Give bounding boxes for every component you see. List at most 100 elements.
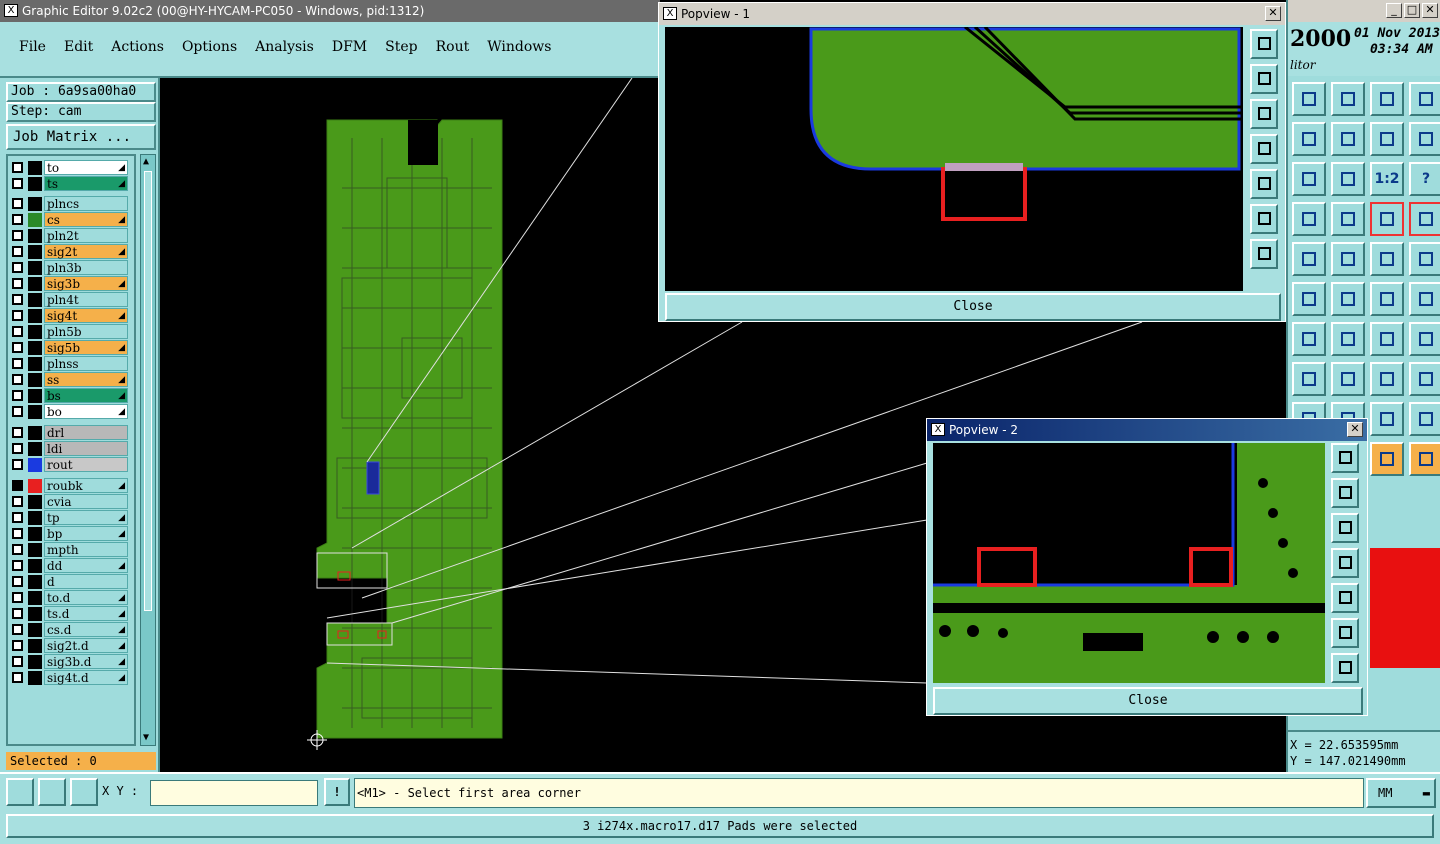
arc-red-icon[interactable] bbox=[1370, 402, 1404, 436]
layer-menu-icon[interactable]: ◢ bbox=[118, 161, 125, 176]
layer-checkbox[interactable] bbox=[12, 480, 23, 491]
layer-name[interactable]: dd ◢ bbox=[44, 558, 128, 573]
layer-menu-icon[interactable]: ◢ bbox=[118, 511, 125, 526]
popview-2-canvas[interactable] bbox=[933, 443, 1325, 683]
layer-checkbox[interactable] bbox=[12, 262, 23, 273]
layer-color-swatch[interactable] bbox=[28, 389, 42, 403]
layer-row[interactable]: bo ◢ bbox=[10, 404, 128, 419]
layer-name[interactable]: d bbox=[44, 574, 128, 589]
layer-color-swatch[interactable] bbox=[28, 357, 42, 371]
select-pad-icon[interactable] bbox=[1292, 362, 1326, 396]
layer-color-swatch[interactable] bbox=[28, 527, 42, 541]
layer-menu-icon[interactable]: ◢ bbox=[118, 479, 125, 494]
layer-color-swatch[interactable] bbox=[28, 511, 42, 525]
scroll-down-icon[interactable]: ▼ bbox=[143, 733, 149, 743]
arc-icon[interactable] bbox=[1370, 322, 1404, 356]
layer-row[interactable]: pln4t bbox=[10, 292, 128, 307]
menu-actions[interactable]: Actions bbox=[102, 22, 173, 72]
line-icon[interactable] bbox=[1292, 322, 1326, 356]
layer-name[interactable]: mpth bbox=[44, 542, 128, 557]
layer-name[interactable]: rout bbox=[44, 457, 128, 472]
layer-checkbox[interactable] bbox=[12, 230, 23, 241]
home-icon[interactable] bbox=[1370, 82, 1404, 116]
layer-row[interactable]: cs.d ◢ bbox=[10, 622, 128, 637]
menu-options[interactable]: Options bbox=[173, 22, 246, 72]
menu-step[interactable]: Step bbox=[376, 22, 426, 72]
layer-menu-icon[interactable]: ◢ bbox=[118, 213, 125, 228]
layer-name[interactable]: ts ◢ bbox=[44, 176, 128, 191]
snap-left-icon[interactable] bbox=[1370, 202, 1404, 236]
pan-left-icon[interactable] bbox=[1331, 122, 1365, 156]
connect-icon[interactable] bbox=[1370, 282, 1404, 316]
popview-1-close-icon[interactable]: ✕ bbox=[1265, 6, 1281, 21]
layer-name[interactable]: sig5b ◢ bbox=[44, 340, 128, 355]
layer-row[interactable]: ldi bbox=[10, 441, 128, 456]
popview-1-canvas[interactable] bbox=[665, 27, 1243, 291]
layer-scrollbar[interactable]: ▲ ▼ bbox=[140, 154, 156, 746]
zoom-up-icon[interactable] bbox=[1250, 64, 1278, 94]
layer-row[interactable]: bs ◢ bbox=[10, 388, 128, 403]
layer-checkbox[interactable] bbox=[12, 390, 23, 401]
layer-menu-icon[interactable]: ◢ bbox=[118, 405, 125, 420]
pan-right-icon[interactable] bbox=[1292, 122, 1326, 156]
layer-name[interactable]: cs.d ◢ bbox=[44, 622, 128, 637]
pan-left-icon[interactable] bbox=[1331, 548, 1359, 578]
dash-icon[interactable] bbox=[1331, 362, 1365, 396]
menu-dfm[interactable]: DFM bbox=[323, 22, 376, 72]
layer-name[interactable]: ldi bbox=[44, 441, 128, 456]
layer-menu-icon[interactable]: ◢ bbox=[118, 245, 125, 260]
layer-menu-icon[interactable]: ◢ bbox=[118, 607, 125, 622]
layer-row[interactable]: ss ◢ bbox=[10, 372, 128, 387]
layer-checkbox[interactable] bbox=[12, 560, 23, 571]
zoom-fit-icon[interactable] bbox=[1292, 162, 1326, 196]
layer-color-swatch[interactable] bbox=[28, 341, 42, 355]
layer-color-swatch[interactable] bbox=[28, 161, 42, 175]
layer-name[interactable]: sig2t ◢ bbox=[44, 244, 128, 259]
layer-row[interactable]: sig3b ◢ bbox=[10, 276, 128, 291]
layer-row[interactable]: sig4t.d ◢ bbox=[10, 670, 128, 685]
scroll-thumb[interactable] bbox=[144, 171, 152, 611]
xy-input[interactable] bbox=[150, 780, 318, 806]
job-matrix-button[interactable]: Job Matrix ... bbox=[6, 124, 156, 150]
layer-color-swatch[interactable] bbox=[28, 245, 42, 259]
layer-name[interactable]: pln2t bbox=[44, 228, 128, 243]
popview-2-close-icon[interactable]: ✕ bbox=[1347, 422, 1363, 437]
layer-color-swatch[interactable] bbox=[28, 325, 42, 339]
maximize-icon[interactable]: □ bbox=[1404, 3, 1420, 18]
layer-row[interactable]: bp ◢ bbox=[10, 526, 128, 541]
measure-icon[interactable] bbox=[1292, 202, 1326, 236]
units-select[interactable]: MM ▬ bbox=[1366, 778, 1436, 808]
layer-color-swatch[interactable] bbox=[28, 405, 42, 419]
layer-row[interactable]: tp ◢ bbox=[10, 510, 128, 525]
layer-name[interactable]: to.d ◢ bbox=[44, 590, 128, 605]
snap-right-icon[interactable] bbox=[1409, 202, 1440, 236]
layer-name[interactable]: to ◢ bbox=[44, 160, 128, 175]
layer-name[interactable]: ts.d ◢ bbox=[44, 606, 128, 621]
layer-checkbox[interactable] bbox=[12, 544, 23, 555]
layer-color-swatch[interactable] bbox=[28, 495, 42, 509]
pan-right-icon[interactable] bbox=[1331, 583, 1359, 613]
layer-menu-icon[interactable]: ◢ bbox=[118, 623, 125, 638]
layer-checkbox[interactable] bbox=[12, 443, 23, 454]
layer-row[interactable]: sig3b.d ◢ bbox=[10, 654, 128, 669]
layer-color-swatch[interactable] bbox=[28, 177, 42, 191]
layer-name[interactable]: plnss bbox=[44, 356, 128, 371]
ruler-icon[interactable] bbox=[1370, 242, 1404, 276]
layer-checkbox[interactable] bbox=[12, 576, 23, 587]
cursor-icon[interactable] bbox=[1370, 442, 1404, 476]
layer-menu-icon[interactable]: ◢ bbox=[118, 389, 125, 404]
layer-checkbox[interactable] bbox=[12, 198, 23, 209]
layer-menu-icon[interactable]: ◢ bbox=[118, 655, 125, 670]
layer-name[interactable]: sig2t.d ◢ bbox=[44, 638, 128, 653]
color-icon[interactable] bbox=[1331, 242, 1365, 276]
menu-edit[interactable]: Edit bbox=[55, 22, 102, 72]
layer-name[interactable]: bp ◢ bbox=[44, 526, 128, 541]
layer-name[interactable]: drl bbox=[44, 425, 128, 440]
zoom-center-icon[interactable] bbox=[1331, 162, 1365, 196]
layer-menu-icon[interactable]: ◢ bbox=[118, 671, 125, 686]
layer-menu-icon[interactable]: ◢ bbox=[118, 341, 125, 356]
layer-color-swatch[interactable] bbox=[28, 543, 42, 557]
layer-row[interactable]: ts ◢ bbox=[10, 176, 128, 191]
layer-color-swatch[interactable] bbox=[28, 591, 42, 605]
popview-2-titlebar[interactable]: X Popview - 2 ✕ bbox=[927, 419, 1367, 441]
